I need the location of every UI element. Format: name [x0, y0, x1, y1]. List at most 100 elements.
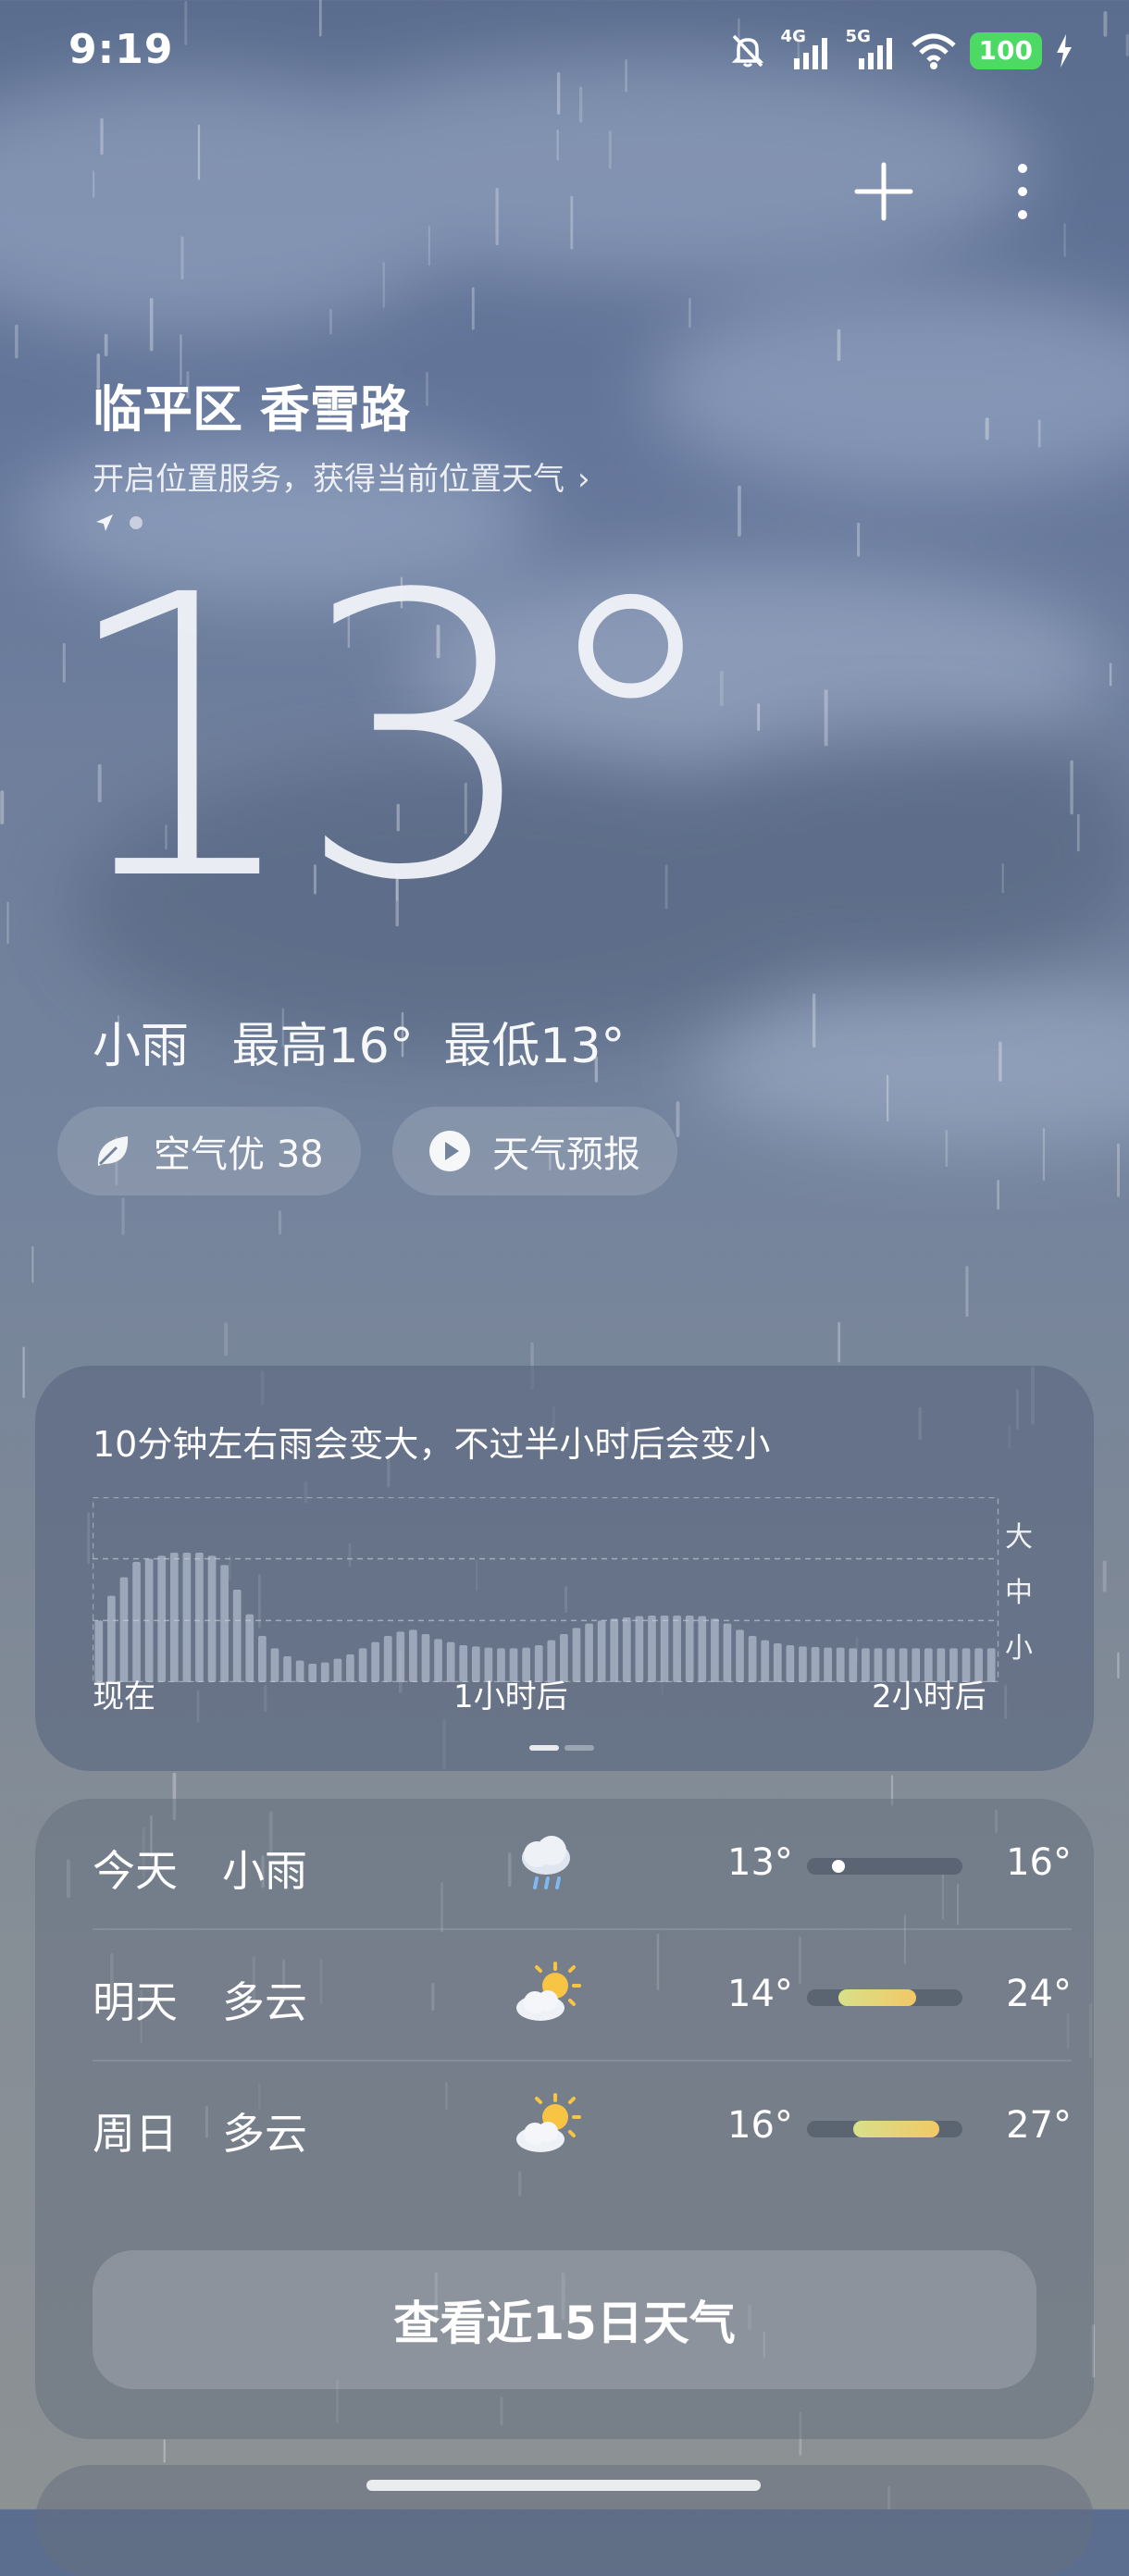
precip-bar [245, 1614, 254, 1682]
precip-bar [862, 1648, 870, 1682]
location-service-link[interactable]: 开启位置服务，获得当前位置天气 › [93, 453, 590, 499]
current-temp-dot [831, 1860, 845, 1873]
precip-bar [648, 1616, 656, 1682]
current-condition-line: 小雨 最高16° 最低13° [93, 1007, 652, 1076]
precip-bar [333, 1658, 342, 1682]
x-label-now: 现在 [93, 1678, 155, 1715]
precip-bar [195, 1553, 204, 1682]
precip-bar [824, 1647, 832, 1682]
day-high: 16° [1006, 1841, 1072, 1884]
precip-bar [232, 1590, 242, 1682]
day-condition: 小雨 [222, 1846, 307, 1896]
daily-row-tomorrow[interactable]: 明天 多云 14° 24° [93, 1930, 1072, 2062]
daily-row-today[interactable]: 今天 小雨 13° 16° [93, 1799, 1072, 1930]
precip-bar [799, 1646, 807, 1682]
precip-bar [434, 1639, 442, 1682]
x-label-2h: 2小时后 [872, 1678, 986, 1715]
location-title[interactable]: 临平区 香雪路 [93, 368, 410, 441]
precip-bar [409, 1629, 417, 1682]
precip-bar [723, 1623, 732, 1682]
temp-range-bar [807, 1858, 962, 1875]
status-bar: 9:19 4G 5G 100 [0, 0, 1129, 102]
air-quality-label: 空气优 38 [154, 1133, 324, 1176]
precip-bar [358, 1648, 367, 1682]
add-city-icon[interactable] [851, 159, 916, 224]
partly-cloudy-icon [516, 1962, 581, 2021]
precip-bar [811, 1647, 820, 1682]
charging-icon [1057, 34, 1072, 68]
precip-bar [849, 1648, 858, 1682]
temp-range-bar [807, 1989, 962, 2006]
precip-bar [207, 1555, 217, 1682]
card-page-indicator [529, 1745, 594, 1751]
precip-bar [371, 1641, 379, 1682]
precip-bar [157, 1555, 167, 1682]
play-icon [429, 1131, 470, 1171]
precipitation-summary: 10分钟左右雨会变大，不过半小时后会变小 [93, 1424, 771, 1465]
low-temp: 最低13° [443, 1019, 626, 1074]
condition-text: 小雨 [93, 1019, 190, 1074]
precip-bar [622, 1617, 631, 1682]
day-high: 27° [1006, 2104, 1072, 2147]
precip-bar [295, 1660, 304, 1682]
more-icon[interactable] [1009, 159, 1036, 224]
battery-icon: 100 [969, 32, 1042, 69]
precip-bar [986, 1648, 996, 1682]
day-condition: 多云 [222, 2109, 307, 2159]
daily-forecast-card: 今天 小雨 13° 16° 明天 多云 14° 24° 周日 多云 16° 27… [35, 1799, 1094, 2439]
day-label: 周日 [93, 2109, 178, 2159]
day-condition: 多云 [222, 1977, 307, 2027]
precip-bar [132, 1562, 141, 1682]
location-hint: 开启位置服务，获得当前位置天气 [93, 461, 564, 498]
precip-bar [182, 1553, 192, 1682]
precipitation-chart [93, 1497, 999, 1682]
precip-bar [119, 1577, 129, 1682]
day-low: 13° [727, 1841, 793, 1884]
precip-bar [685, 1616, 694, 1682]
high-temp: 最高16° [231, 1019, 414, 1074]
precip-bar [320, 1662, 329, 1682]
rain-cloud-icon [522, 1836, 570, 1889]
precip-bar [585, 1623, 593, 1682]
air-quality-button[interactable]: 空气优 38 [57, 1107, 361, 1195]
precip-bar [711, 1618, 719, 1682]
current-temperature: 13° [57, 514, 727, 966]
precip-bar [673, 1616, 681, 1682]
partly-cloudy-icon [516, 2093, 581, 2152]
level-light: 小 [1005, 1632, 1033, 1665]
level-heavy: 大 [1005, 1521, 1033, 1554]
temp-range-fill [837, 1989, 916, 2006]
precip-bar [308, 1664, 317, 1682]
precip-bar [169, 1553, 179, 1682]
leaf-icon [97, 1136, 129, 1166]
day-low: 14° [727, 1973, 793, 2015]
x-label-1h: 1小时后 [453, 1678, 568, 1715]
precip-bar [107, 1595, 116, 1682]
temp-range-bar [807, 2121, 962, 2137]
daily-row-sunday[interactable]: 周日 多云 16° 27° [93, 2062, 1072, 2193]
forecast-label: 天气预报 [492, 1133, 640, 1176]
precip-bar [660, 1616, 669, 1682]
home-indicator[interactable] [366, 2480, 761, 2491]
day-label: 今天 [93, 1846, 178, 1896]
status-icons: 4G 5G 100 [727, 27, 1073, 74]
precip-bar [283, 1656, 292, 1682]
day-high: 24° [1006, 1973, 1072, 2015]
precip-bar [383, 1636, 392, 1682]
precip-bar [786, 1645, 795, 1682]
precip-bar [258, 1636, 267, 1682]
weather-forecast-video-button[interactable]: 天气预报 [392, 1107, 677, 1195]
view-15-day-button[interactable]: 查看近15日天气 [93, 2250, 1036, 2389]
precip-bar [572, 1628, 581, 1682]
minute-precipitation-card[interactable]: 10分钟左右雨会变大，不过半小时后会变小 大 中 小 现在 1小时后 2小时后 [35, 1366, 1094, 1771]
mute-icon [731, 34, 763, 68]
precip-bar [761, 1640, 770, 1682]
precip-bar [144, 1558, 154, 1682]
precip-bar [736, 1629, 744, 1682]
day-low: 16° [727, 2104, 793, 2147]
precip-bar [698, 1616, 707, 1682]
level-medium: 中 [1005, 1577, 1033, 1609]
precip-bar [270, 1648, 279, 1682]
temp-range-fill [853, 2121, 939, 2137]
wifi-icon [911, 33, 956, 69]
